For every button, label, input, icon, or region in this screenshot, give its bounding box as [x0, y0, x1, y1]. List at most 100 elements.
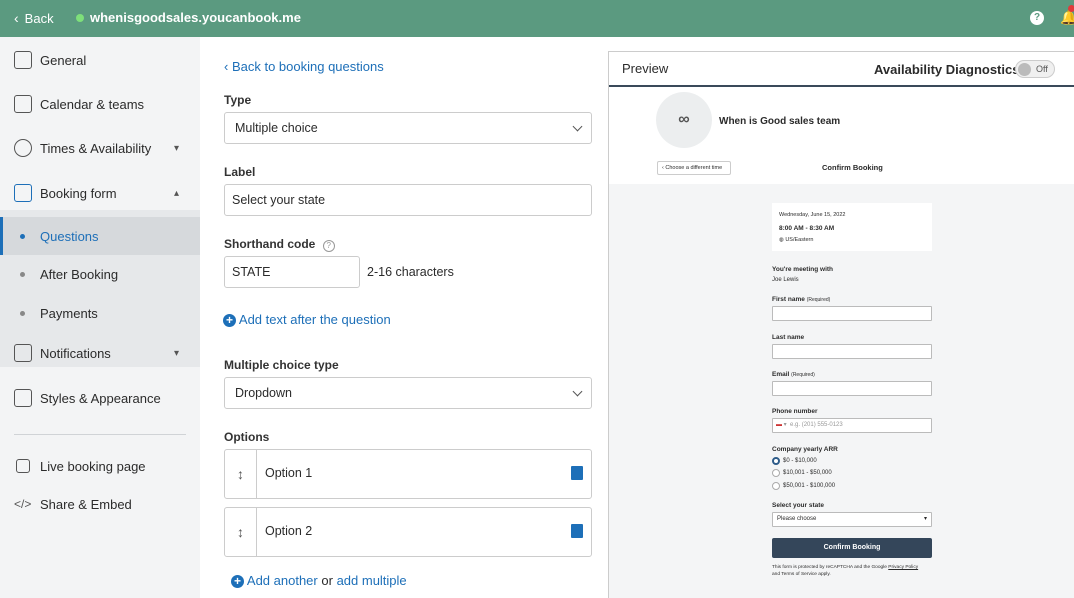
chevron-down-icon: ▾: [923, 516, 927, 522]
email-field[interactable]: [772, 381, 932, 396]
arr-option[interactable]: $50,001 - $100,000: [772, 482, 835, 490]
confirm-booking-button[interactable]: Confirm Booking: [772, 538, 932, 558]
label-value: Select your state: [232, 193, 326, 207]
preview-page-header: ∞ When is Good sales team ‹ Choose a dif…: [609, 89, 1074, 184]
sidebar-item-share[interactable]: </> Share & Embed: [0, 484, 200, 524]
help-icon[interactable]: ?: [1030, 11, 1044, 25]
add-text-link[interactable]: + Add text after the question: [223, 312, 391, 328]
sidebar-item-label: Share & Embed: [40, 496, 132, 512]
sidebar-item-after-booking[interactable]: After Booking: [0, 255, 200, 293]
option-row: ↕ Option 1: [224, 449, 592, 499]
drag-handle-icon[interactable]: ↕: [225, 508, 257, 556]
add-options-row: + Add another or add multiple: [231, 573, 407, 589]
trash-icon[interactable]: [571, 466, 583, 480]
arr-option[interactable]: $10,001 - $50,000: [772, 469, 832, 477]
email-label: Email (Required): [772, 371, 815, 378]
sidebar-item-general[interactable]: General: [0, 40, 200, 80]
email-text: Email: [772, 371, 790, 378]
mail-icon: [14, 344, 32, 362]
option-input[interactable]: Option 1: [265, 466, 312, 480]
sidebar-item-calendar[interactable]: Calendar & teams: [0, 84, 200, 124]
shorthand-input[interactable]: STATE: [224, 256, 360, 288]
team-logo: ∞: [656, 92, 712, 148]
type-select[interactable]: Multiple choice: [224, 112, 592, 144]
phone-field[interactable]: ▬ ▾ e.g. (201) 555-0123: [772, 418, 932, 433]
radio-selected-icon: [772, 457, 780, 465]
sidebar-item-label: Times & Availability: [40, 140, 152, 156]
preview-header: Preview Availability Diagnostics Off: [609, 52, 1074, 87]
sidebar-item-live[interactable]: Live booking page: [0, 446, 200, 486]
question-editor: ‹ Back to booking questions Type Multipl…: [200, 37, 608, 598]
booking-date: Wednesday, June 15, 2022: [779, 212, 846, 218]
form-icon: [14, 184, 32, 202]
sidebar-item-label: General: [40, 52, 87, 68]
arr-option-label: $10,001 - $50,000: [783, 470, 832, 476]
option-input[interactable]: Option 2: [265, 524, 312, 538]
mc-type-label: Multiple choice type: [224, 358, 339, 372]
question-mark-icon[interactable]: ?: [322, 240, 335, 252]
timezone: ◍ US/Eastern: [779, 237, 814, 243]
sidebar-item-label: Questions: [40, 228, 99, 244]
plus-circle-icon: +: [231, 575, 244, 589]
label-input[interactable]: Select your state: [224, 184, 592, 216]
state-label: Select your state: [772, 502, 825, 509]
plus-circle-icon: +: [223, 314, 236, 328]
radio-icon: [772, 469, 780, 477]
diagnostics-label: Availability Diagnostics: [874, 62, 1020, 77]
drag-handle-icon[interactable]: ↕: [225, 450, 257, 498]
sidebar-divider: [14, 434, 186, 435]
first-name-field[interactable]: [772, 306, 932, 321]
shorthand-label-text: Shorthand code: [224, 237, 316, 251]
chevron-down-icon: [572, 121, 583, 132]
phone-label: Phone number: [772, 408, 818, 415]
state-value: Please choose: [777, 516, 817, 522]
sidebar-item-payments[interactable]: Payments: [0, 294, 200, 332]
recaptcha-text: This form is protected by reCAPTCHA and …: [772, 565, 887, 570]
back-label: Back: [24, 10, 54, 26]
back-button[interactable]: ‹ Back: [14, 10, 54, 26]
or-text: or: [321, 573, 333, 588]
sidebar-item-styles[interactable]: Styles & Appearance: [0, 378, 200, 418]
recaptcha-notice: This form is protected by reCAPTCHA and …: [772, 565, 942, 578]
calendar-icon: [14, 95, 32, 113]
sidebar-item-label: Calendar & teams: [40, 96, 145, 112]
add-another-link[interactable]: + Add another: [231, 573, 318, 589]
meeting-with-label: You're meeting with: [772, 266, 834, 273]
arr-option[interactable]: $0 - $10,000: [772, 457, 817, 465]
sidebar-item-questions[interactable]: Questions: [0, 217, 200, 255]
chevron-down-icon: ▾: [174, 142, 180, 154]
choose-time-button[interactable]: ‹ Choose a different time: [657, 161, 731, 175]
sidebar-item-label: Notifications: [40, 345, 111, 361]
choose-time-label: Choose a different time: [665, 165, 723, 171]
preview-title: Preview: [622, 61, 669, 76]
state-select[interactable]: Please choose ▾: [772, 512, 932, 527]
arr-option-label: $0 - $10,000: [783, 458, 817, 464]
back-to-questions-link[interactable]: ‹ Back to booking questions: [224, 59, 384, 74]
host-name: Joe Lewis: [772, 277, 799, 283]
trash-icon[interactable]: [571, 524, 583, 538]
chevron-left-icon: ‹: [14, 10, 19, 26]
diagnostics-toggle[interactable]: Off: [1015, 60, 1055, 78]
toggle-state: Off: [1036, 64, 1048, 74]
active-indicator: [0, 217, 3, 255]
add-another-label: Add another: [246, 573, 318, 588]
booking-time: 8:00 AM - 8:30 AM: [779, 225, 835, 232]
top-bar: ‹ Back whenisgoodsales.youcanbook.me ? 🔔: [0, 0, 1074, 37]
last-name-field[interactable]: [772, 344, 932, 359]
mc-type-select[interactable]: Dropdown: [224, 377, 592, 409]
notification-badge: [1068, 5, 1074, 12]
general-icon: [14, 51, 32, 69]
sidebar-item-booking-form[interactable]: Booking form ▴: [0, 173, 200, 213]
required-text: (Required): [791, 372, 815, 378]
privacy-link[interactable]: Privacy Policy: [888, 565, 918, 570]
phone-placeholder: e.g. (201) 555-0123: [790, 422, 843, 428]
add-multiple-link[interactable]: add multiple: [337, 573, 407, 588]
sidebar-item-label: Styles & Appearance: [40, 390, 161, 406]
sidebar-item-notifications[interactable]: Notifications ▾: [0, 333, 200, 373]
watch-icon: [14, 139, 32, 157]
radio-icon: [772, 482, 780, 490]
site-link[interactable]: whenisgoodsales.youcanbook.me: [76, 10, 301, 25]
last-name-label: Last name: [772, 334, 805, 341]
type-label: Type: [224, 93, 252, 107]
sidebar-item-times[interactable]: Times & Availability ▾: [0, 128, 200, 168]
